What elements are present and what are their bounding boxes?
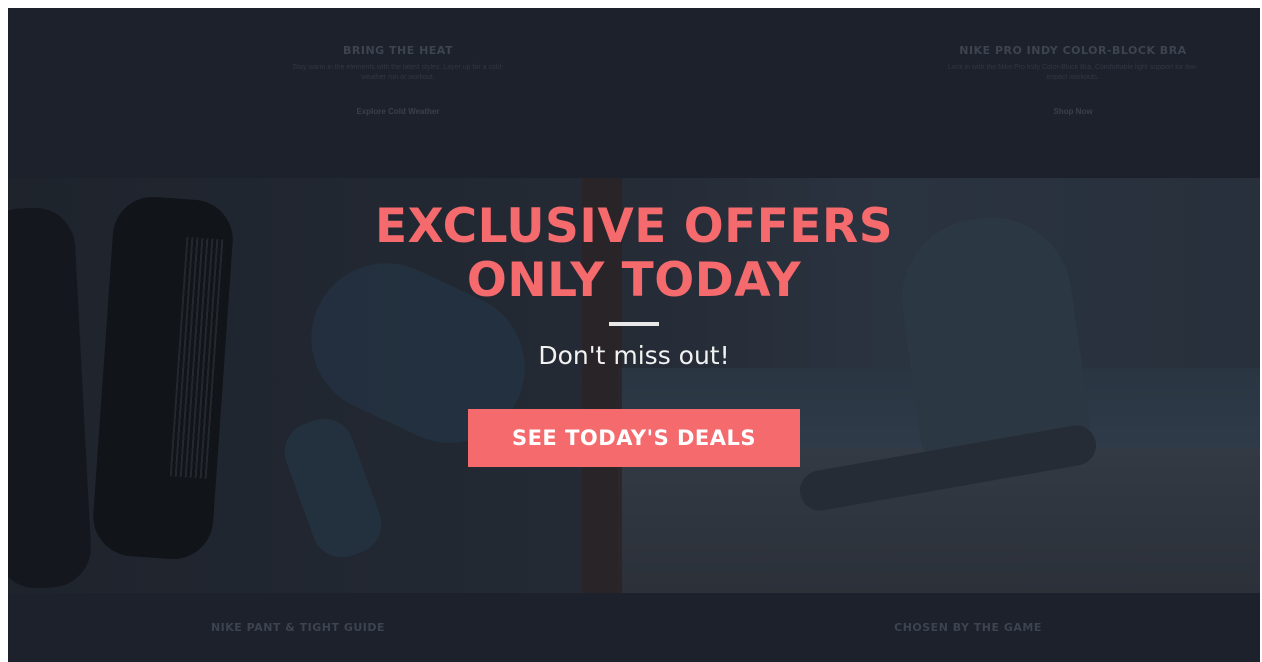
headline-line-1: EXCLUSIVE OFFERS [374, 199, 894, 254]
promo-nike-pro-bra: NIKE PRO INDY COLOR-BLOCK BRA Lock in wi… [943, 44, 1203, 116]
promo-title: BRING THE HEAT [343, 44, 453, 57]
promo-title: NIKE PANT & TIGHT GUIDE [210, 621, 386, 634]
divider [609, 322, 659, 326]
promo-bring-the-heat: BRING THE HEAT Stay warm in the elements… [283, 44, 513, 116]
promo-pant-tight-guide: NIKE PANT & TIGHT GUIDE [188, 621, 408, 634]
offer-headline: EXCLUSIVE OFFERS ONLY TODAY [8, 200, 1260, 308]
headline-line-2: ONLY TODAY [466, 253, 802, 308]
offer-subline: Don't miss out! [538, 341, 730, 370]
promo-link[interactable]: Shop Now [943, 107, 1203, 116]
promo-title: NIKE PRO INDY COLOR-BLOCK BRA [959, 44, 1187, 57]
offer-overlay: EXCLUSIVE OFFERS ONLY TODAY Don't miss o… [8, 178, 1260, 593]
background-bottom-section: NIKE PANT & TIGHT GUIDE CHOSEN BY THE GA… [8, 593, 1260, 662]
promo-chosen-by-the-game: CHOSEN BY THE GAME [858, 621, 1078, 634]
promo-description: Lock in with the Nike Pro Indy Color-Blo… [947, 64, 1199, 81]
promo-link[interactable]: Explore Cold Weather [283, 107, 513, 116]
see-deals-button[interactable]: SEE TODAY'S DEALS [468, 409, 800, 467]
promo-description: Stay warm in the elements with the lates… [292, 64, 504, 81]
promo-title: CHOSEN BY THE GAME [894, 621, 1042, 634]
page-frame: BRING THE HEAT Stay warm in the elements… [8, 8, 1260, 662]
background-top-section: BRING THE HEAT Stay warm in the elements… [8, 8, 1260, 178]
